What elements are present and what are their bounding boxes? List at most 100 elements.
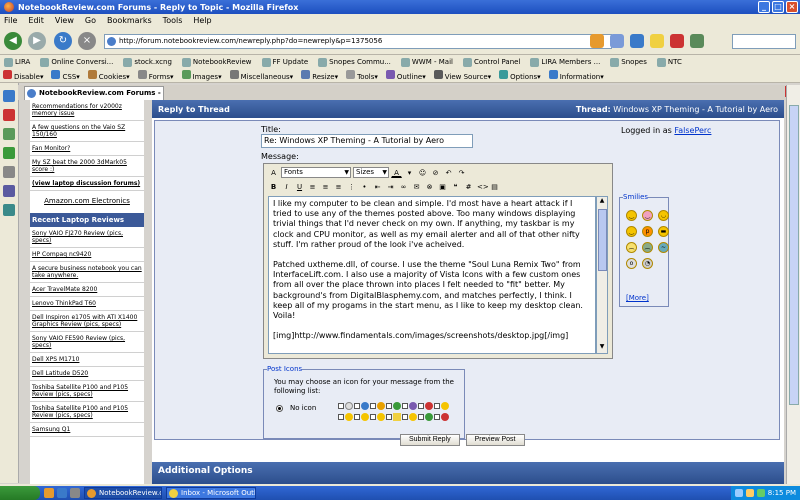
icon-checkbox[interactable] — [386, 403, 392, 409]
icon-checkbox[interactable] — [354, 403, 360, 409]
icon-checkbox[interactable] — [338, 403, 344, 409]
extension-icon[interactable] — [610, 34, 624, 48]
thread-title[interactable]: Windows XP Theming - A Tutorial by Aero — [613, 105, 778, 114]
dev-resize[interactable]: Resize▾ — [301, 70, 338, 81]
back-button[interactable]: ◀ — [4, 32, 22, 50]
frown-icon[interactable]: ︵ — [626, 242, 637, 253]
extension-icon[interactable] — [3, 147, 15, 159]
page-scroll-thumb[interactable] — [789, 105, 799, 405]
sidebar-link[interactable]: My SZ beat the 2000 3dMark05 score :) — [30, 156, 144, 177]
taskbar-outlook[interactable]: Inbox - Microsoft Outl... — [166, 487, 256, 499]
ie-icon[interactable] — [57, 488, 67, 498]
ordered-list-icon[interactable]: ⋮ — [346, 181, 357, 192]
review-link[interactable]: Dell Latitude D520 — [30, 367, 144, 381]
review-link[interactable]: A secure business notebook you can take … — [30, 262, 144, 283]
review-link[interactable]: Lenovo ThinkPad T60 — [30, 297, 144, 311]
cool-icon[interactable]: ▬ — [658, 226, 669, 237]
review-link[interactable]: HP Compaq nc9420 — [30, 248, 144, 262]
dev-css[interactable]: CSS▾ — [51, 70, 80, 81]
review-link[interactable]: Toshiba Satellite P100 and P105 Review (… — [30, 402, 144, 423]
dev-view-source[interactable]: View Source▾ — [433, 70, 491, 81]
message-textarea[interactable]: I like my computer to be clean and simpl… — [268, 196, 596, 354]
tongue-icon[interactable]: p — [642, 226, 653, 237]
switch-mode-icon[interactable]: A — [268, 167, 279, 178]
font-select[interactable]: Fonts ▼ — [281, 167, 351, 178]
undo-icon[interactable]: ↶ — [443, 167, 454, 178]
dev-options[interactable]: Options▾ — [499, 70, 541, 81]
globe-icon[interactable] — [630, 34, 644, 48]
outdent-icon[interactable]: ⇤ — [372, 181, 383, 192]
review-link[interactable]: Samsung Q1 — [30, 423, 144, 437]
menu-view[interactable]: View — [55, 16, 74, 25]
image-icon[interactable]: ▣ — [437, 181, 448, 192]
start-button[interactable] — [0, 486, 40, 500]
icon-checkbox[interactable] — [370, 403, 376, 409]
smiley-icon[interactable]: ☺ — [417, 167, 428, 178]
minimize-button[interactable]: _ — [758, 1, 770, 13]
preview-post-button[interactable]: Preview Post — [465, 434, 525, 446]
dev-images[interactable]: Images▾ — [181, 70, 222, 81]
bookmark-item[interactable]: LIRA Members ... — [530, 57, 600, 67]
sidebar-link[interactable]: Recommendations for v2000z memory issue — [30, 100, 144, 121]
history-icon[interactable] — [3, 109, 15, 121]
icon-checkbox[interactable] — [370, 414, 376, 420]
size-select[interactable]: Sizes ▼ — [353, 167, 389, 178]
title-input[interactable]: Re: Windows XP Theming - A Tutorial by A… — [261, 134, 473, 148]
smiley-icon[interactable] — [650, 34, 664, 48]
view-forums-link[interactable]: (view laptop discussion forums) — [30, 177, 144, 191]
maximize-button[interactable]: □ — [772, 1, 784, 13]
unlink-icon[interactable]: ⊗ — [424, 181, 435, 192]
align-center-icon[interactable]: ≡ — [320, 181, 331, 192]
chevron-down-icon[interactable]: ▾ — [404, 167, 415, 178]
dev-forms[interactable]: Forms▾ — [137, 70, 174, 81]
download-icon[interactable] — [3, 128, 15, 140]
italic-icon[interactable]: I — [281, 181, 292, 192]
submit-reply-button[interactable]: Submit Reply — [400, 434, 460, 446]
no-icon-radio[interactable] — [276, 405, 283, 412]
underline-icon[interactable]: U — [294, 181, 305, 192]
menu-help[interactable]: Help — [193, 16, 211, 25]
indent-icon[interactable]: ⇥ — [385, 181, 396, 192]
bookmark-item[interactable]: WWM - Mail — [400, 57, 453, 67]
review-link[interactable]: Acer TravelMate 8200 — [30, 283, 144, 297]
bookmark-item[interactable]: Snopes — [610, 57, 647, 67]
menu-edit[interactable]: Edit — [28, 16, 44, 25]
search-input[interactable] — [732, 34, 796, 49]
monitor-icon[interactable] — [3, 185, 15, 197]
bookmark-item[interactable]: LIRA — [4, 57, 30, 67]
addon-icon[interactable] — [690, 34, 704, 48]
taskbar-firefox[interactable]: NotebookReview.com... — [84, 487, 162, 499]
scroll-up-icon[interactable]: ▲ — [597, 197, 607, 207]
review-link[interactable]: Toshiba Satellite P100 and P105 Review (… — [30, 381, 144, 402]
rss-icon[interactable] — [590, 34, 604, 48]
bookmark-item[interactable]: stock.xcng — [123, 57, 172, 67]
text-color-icon[interactable]: A — [391, 167, 402, 178]
icon-checkbox[interactable] — [402, 403, 408, 409]
icon-checkbox[interactable] — [418, 403, 424, 409]
cpu-icon[interactable] — [756, 489, 765, 497]
redo-icon[interactable]: ↷ — [456, 167, 467, 178]
reload-button[interactable]: ↻ — [54, 32, 72, 50]
icon-checkbox[interactable] — [338, 414, 344, 420]
dev-tools[interactable]: Tools▾ — [346, 70, 378, 81]
clock[interactable]: 8:15 PM — [768, 489, 796, 497]
network-icon[interactable] — [734, 489, 743, 497]
mad-icon[interactable]: ︵ — [642, 242, 653, 253]
username-link[interactable]: FalsePerc — [674, 126, 711, 135]
email-icon[interactable]: ✉ — [411, 181, 422, 192]
smile-icon[interactable]: ‿ — [626, 210, 637, 221]
desktop-icon[interactable] — [70, 488, 80, 498]
bookmark-item[interactable]: Online Conversi... — [40, 57, 113, 67]
more-smilies-link[interactable]: [More] — [626, 294, 649, 302]
eek-icon[interactable]: o — [626, 258, 637, 269]
wink-icon[interactable]: ‿ — [626, 226, 637, 237]
code-icon[interactable]: <> — [476, 181, 489, 192]
volume-icon[interactable] — [745, 489, 754, 497]
menu-file[interactable]: File — [4, 16, 17, 25]
page-scrollbar[interactable] — [786, 85, 800, 485]
sidebar-link[interactable]: A few questions on the Vaio SZ 150/160 — [30, 121, 144, 142]
align-left-icon[interactable]: ≡ — [307, 181, 318, 192]
review-link[interactable]: Dell Inspiron e1705 with ATI X1400 Graph… — [30, 311, 144, 332]
dev-information[interactable]: Information▾ — [548, 70, 604, 81]
menu-go[interactable]: Go — [85, 16, 96, 25]
